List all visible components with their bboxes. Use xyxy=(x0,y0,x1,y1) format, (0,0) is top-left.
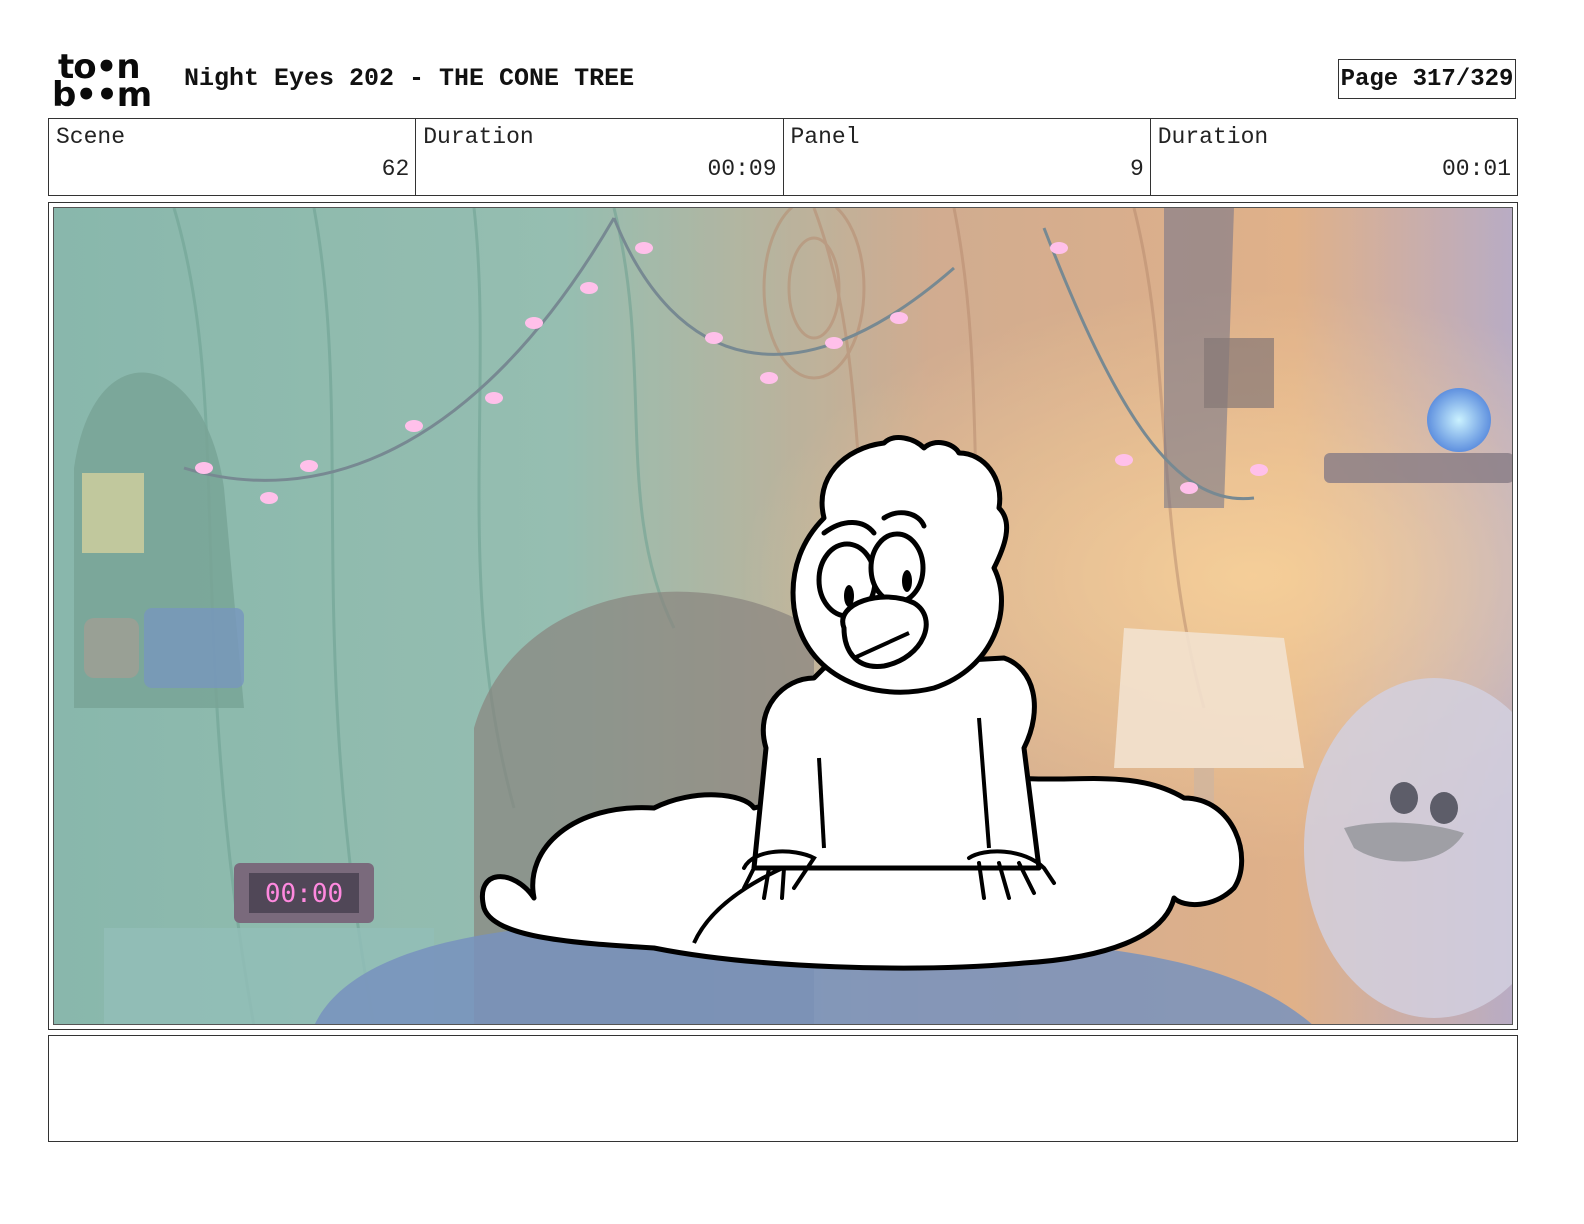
page-number-box: Page 317/329 xyxy=(1338,59,1516,99)
panel-value: 9 xyxy=(1129,156,1144,182)
scene-duration-value: 00:09 xyxy=(707,156,777,182)
page-number: Page 317/329 xyxy=(1340,65,1514,93)
scene-info-row: Scene 62 Duration 00:09 Panel 9 Duration… xyxy=(48,118,1518,196)
logo-line-2: b••m xyxy=(52,75,152,115)
storyboard-panel-image: 00:00 xyxy=(53,207,1513,1025)
panel-duration-value: 00:01 xyxy=(1441,156,1511,182)
scene-duration-label: Duration xyxy=(423,124,534,150)
scene-label: Scene xyxy=(56,124,126,150)
panel-duration-label: Duration xyxy=(1157,124,1269,150)
toon-boom-logo: to•n b••m xyxy=(52,50,164,112)
panel-notes-box xyxy=(48,1035,1518,1142)
panel-duration-cell: Duration 00:01 xyxy=(1151,119,1517,195)
storyboard-title: Night Eyes 202 - THE CONE TREE xyxy=(184,64,635,93)
scene-value: 62 xyxy=(381,156,410,182)
scene-cell: Scene 62 xyxy=(49,119,417,195)
panel-label: Panel xyxy=(790,124,860,150)
panel-cell: Panel 9 xyxy=(784,119,1151,195)
scene-duration-cell: Duration 00:09 xyxy=(416,119,784,195)
